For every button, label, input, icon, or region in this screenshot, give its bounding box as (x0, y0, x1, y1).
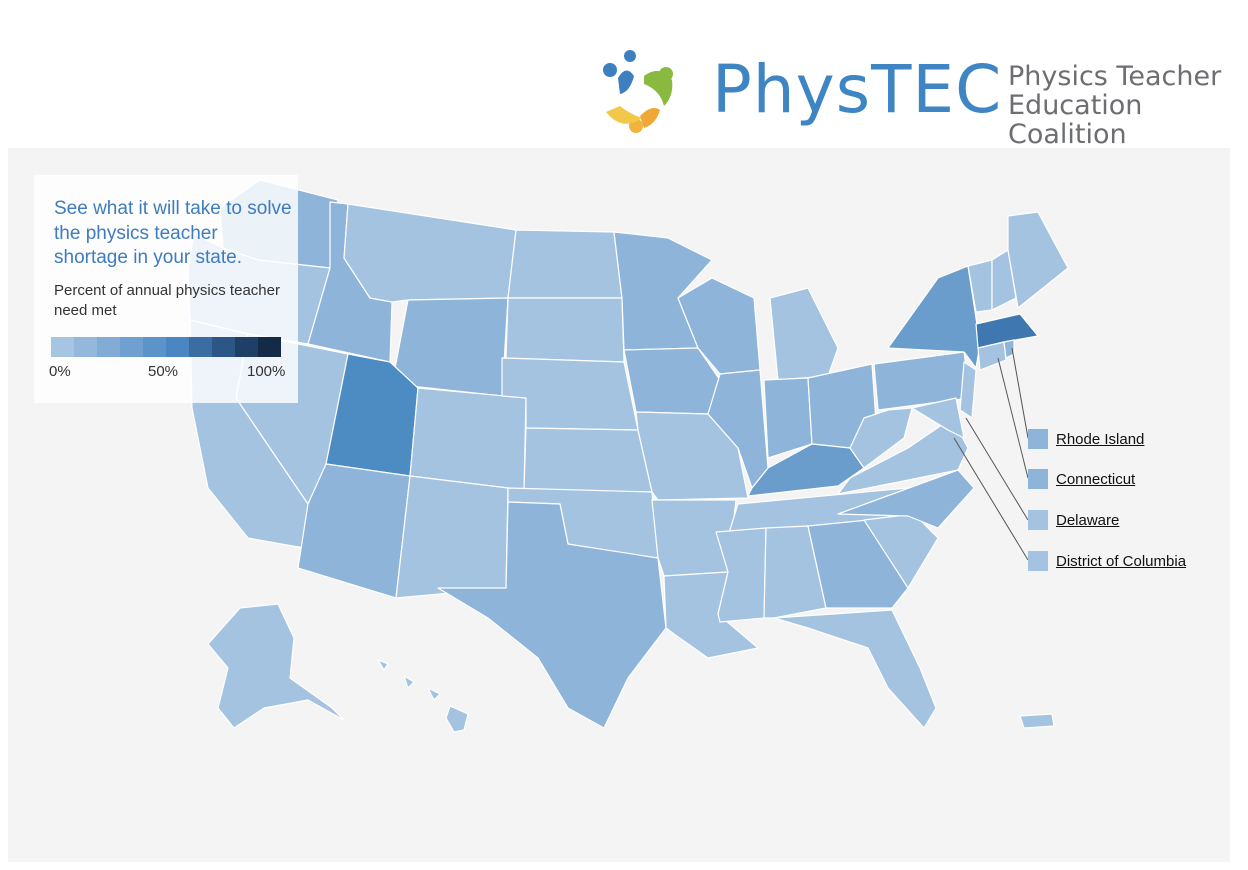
logo-tagline: Physics Teacher Education Coalition (1008, 62, 1240, 149)
callout-swatch (1028, 551, 1048, 571)
logo-wordmark: PhysTEC (712, 51, 1003, 128)
callout-link[interactable]: District of Columbia (1056, 553, 1186, 570)
callout-delaware[interactable]: Delaware (1028, 509, 1119, 531)
scale-tick-0: 0% (49, 363, 71, 380)
phystec-logo-mark-icon (603, 50, 673, 133)
legend-card: See what it will take to solve the physi… (34, 175, 298, 403)
map-panel: See what it will take to solve the physi… (8, 148, 1230, 862)
state-kansas[interactable] (523, 427, 653, 493)
scale-step-2 (97, 337, 120, 357)
state-hawaii[interactable] (377, 659, 469, 733)
scale-step-1 (74, 337, 97, 357)
scale-step-0 (51, 337, 74, 357)
territory-puerto-rico[interactable] (1019, 713, 1055, 729)
state-florida[interactable] (773, 609, 937, 729)
state-indiana[interactable] (763, 377, 813, 459)
state-colorado[interactable] (409, 387, 527, 491)
callout-connecticut[interactable]: Connecticut (1028, 468, 1135, 490)
state-alaska[interactable] (207, 603, 345, 729)
legend-subheading: Percent of annual physics teacher need m… (54, 282, 280, 319)
color-scale (51, 337, 281, 357)
scale-step-6 (189, 337, 212, 357)
callout-link[interactable]: Delaware (1056, 512, 1119, 529)
callout-district-of-columbia[interactable]: District of Columbia (1028, 550, 1186, 572)
scale-step-8 (235, 337, 258, 357)
callout-rhode-island[interactable]: Rhode Island (1028, 428, 1144, 450)
state-montana[interactable] (343, 203, 517, 303)
logo-tagline-line2: Education Coalition (1008, 90, 1143, 150)
legend-heading: See what it will take to solve the physi… (54, 198, 292, 268)
state-new-york[interactable] (887, 265, 981, 369)
callout-link[interactable]: Rhode Island (1056, 431, 1144, 448)
state-new-mexico[interactable] (395, 475, 509, 599)
state-maine[interactable] (1007, 211, 1069, 309)
scale-step-9 (258, 337, 281, 357)
callout-link[interactable]: Connecticut (1056, 471, 1135, 488)
scale-step-5 (166, 337, 189, 357)
scale-step-3 (120, 337, 143, 357)
scale-tick-100: 100% (247, 363, 286, 380)
logo-tagline-line1: Physics Teacher (1008, 61, 1222, 92)
callout-swatch (1028, 469, 1048, 489)
callout-swatch (1028, 510, 1048, 530)
scale-step-7 (212, 337, 235, 357)
scale-tick-50: 50% (148, 363, 179, 380)
scale-step-4 (143, 337, 166, 357)
state-north-dakota[interactable] (507, 229, 623, 299)
callout-swatch (1028, 429, 1048, 449)
state-south-dakota[interactable] (505, 297, 625, 363)
phystec-logo[interactable]: PhysTEC Physics Teacher Education Coalit… (600, 44, 1240, 149)
state-michigan[interactable] (769, 287, 839, 381)
